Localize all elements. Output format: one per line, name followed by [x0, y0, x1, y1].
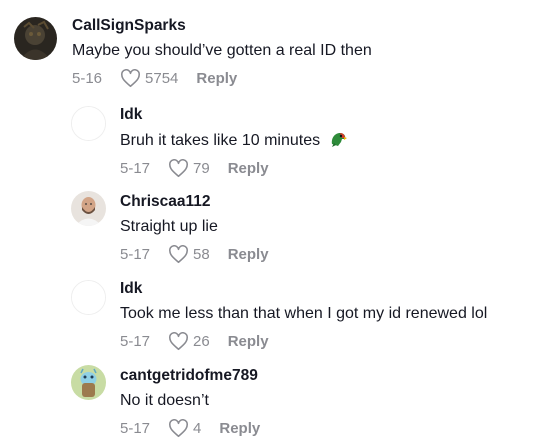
avatar[interactable] — [14, 17, 57, 60]
comment-text: Bruh it takes like 10 minutes — [120, 132, 321, 149]
reply-button[interactable]: Reply — [196, 70, 237, 87]
heart-icon — [169, 331, 188, 350]
bald-man-avatar-icon — [71, 191, 106, 226]
avatar[interactable] — [71, 106, 106, 141]
comment-username[interactable]: cantgetridofme789 — [120, 367, 260, 385]
blank-avatar-icon — [72, 107, 105, 140]
like-button[interactable]: 5754 — [120, 68, 179, 88]
heart-icon — [169, 244, 188, 263]
like-count: 79 — [193, 159, 210, 177]
reply-button[interactable]: Reply — [219, 420, 260, 437]
blank-avatar-icon — [72, 281, 105, 314]
reply-button[interactable]: Reply — [228, 333, 269, 350]
heart-icon — [169, 158, 188, 177]
comment-text: Took me less than that when I got my id … — [120, 305, 488, 322]
like-count: 26 — [193, 332, 210, 350]
parrot-emoji-icon — [331, 133, 347, 147]
comment-date: 5-17 — [120, 332, 151, 350]
green-cartoon-avatar-icon — [71, 365, 106, 400]
comment-date: 5-16 — [72, 69, 103, 87]
like-button[interactable]: 58 — [168, 244, 210, 264]
avatar[interactable] — [71, 280, 106, 315]
like-button[interactable]: 4 — [168, 418, 202, 438]
comment-text: Maybe you should’ve gotten a real ID the… — [72, 42, 372, 59]
avatar[interactable] — [71, 191, 106, 226]
comment-date: 5-17 — [120, 159, 151, 177]
like-count: 4 — [193, 419, 202, 437]
like-button[interactable]: 79 — [168, 158, 210, 178]
like-count: 58 — [193, 245, 210, 263]
reply-button[interactable]: Reply — [228, 160, 269, 177]
reply-button[interactable]: Reply — [228, 246, 269, 263]
comment-date: 5-17 — [120, 419, 151, 437]
comment-text: Straight up lie — [120, 218, 218, 235]
like-count: 5754 — [145, 69, 179, 87]
like-button[interactable]: 26 — [168, 331, 210, 351]
dark-photo-avatar-icon — [14, 17, 57, 60]
comment-username[interactable]: Chriscaa112 — [120, 193, 269, 211]
avatar[interactable] — [71, 365, 106, 400]
heart-icon — [169, 418, 188, 437]
comment-username[interactable]: Idk — [120, 280, 487, 298]
heart-icon — [121, 68, 140, 87]
comment-text: No it doesn’t — [120, 392, 209, 409]
comment-username[interactable]: Idk — [120, 106, 347, 124]
comment-username[interactable]: CallSignSparks — [72, 17, 372, 35]
comment-date: 5-17 — [120, 245, 151, 263]
